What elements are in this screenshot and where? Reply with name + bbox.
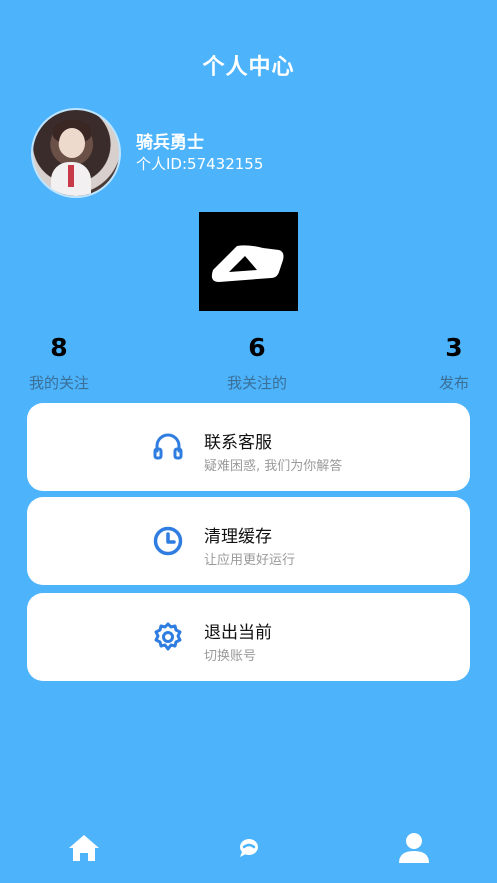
gear-icon [154,622,182,651]
menu-title: 联系客服 [204,433,272,453]
app-logo [199,212,298,311]
user-name: 骑兵勇士 [136,133,204,153]
stat-label: 我的关注 [28,374,89,392]
clock-icon [153,526,183,556]
menu-subtitle: 切换账号 [204,649,257,664]
chat-icon[interactable] [229,828,269,868]
stat-label: 我关注的 [226,374,287,392]
menu-item-clear-cache[interactable]: 清理缓存 让应用更好运行 [27,497,470,585]
stat-value: 6 [248,333,266,362]
headset-icon [153,433,183,460]
menu-title: 退出当前 [204,623,272,643]
stat-followers[interactable]: 6 我关注的 [202,333,312,393]
stat-value: 8 [50,333,68,362]
stat-label: 发布 [438,374,469,392]
menu-subtitle: 让应用更好运行 [204,553,296,568]
avatar[interactable] [31,108,121,198]
home-icon[interactable] [64,828,104,868]
menu-subtitle: 疑难困惑, 我们为你解答 [204,459,343,474]
menu-title: 清理缓存 [204,527,272,547]
user-id: 个人ID:57432155 [136,155,264,173]
page-title: 个人中心 [202,55,295,80]
stat-value: 3 [445,333,463,362]
menu-item-logout[interactable]: 退出当前 切换账号 [27,593,470,681]
stat-following[interactable]: 8 我的关注 [4,333,114,393]
stat-posts[interactable]: 3 发布 [399,333,497,393]
menu-item-customer-service[interactable]: 联系客服 疑难困惑, 我们为你解答 [27,403,470,491]
user-icon[interactable] [394,828,434,868]
